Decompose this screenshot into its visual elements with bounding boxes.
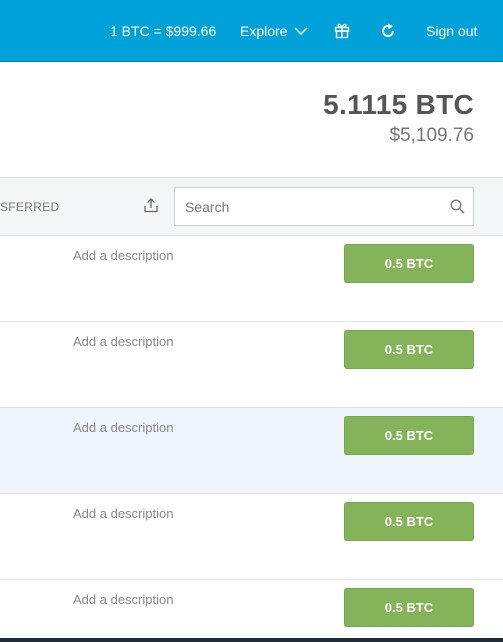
sign-out-link[interactable]: Sign out (426, 23, 477, 39)
description-field[interactable]: Add a description (73, 334, 173, 349)
explore-menu[interactable]: Explore (240, 23, 308, 39)
explore-label: Explore (240, 23, 288, 39)
amount-button[interactable]: 0.5 BTC (344, 502, 474, 541)
search-icon[interactable] (450, 199, 465, 214)
amount-button[interactable]: 0.5 BTC (344, 588, 474, 627)
search-input[interactable] (175, 188, 445, 225)
filter-tab-transferred[interactable]: SFERRED (0, 200, 59, 214)
transaction-row[interactable]: Add a description 0.5 BTC (0, 322, 503, 408)
filter-bar: SFERRED (0, 178, 503, 236)
description-field[interactable]: Add a description (73, 420, 173, 435)
transaction-row[interactable]: Add a description 0.5 BTC (0, 494, 503, 580)
balance-btc: 5.1115 BTC (323, 89, 474, 120)
btc-exchange-rate: 1 BTC = $999.66 (110, 23, 217, 39)
bottom-edge (0, 638, 503, 642)
transaction-row[interactable]: Add a description 0.5 BTC (0, 580, 503, 638)
amount-button[interactable]: 0.5 BTC (344, 244, 474, 283)
transaction-row[interactable]: Add a description 0.5 BTC (0, 236, 503, 322)
description-field[interactable]: Add a description (73, 248, 173, 263)
transaction-row[interactable]: Add a description 0.5 BTC (0, 408, 503, 494)
balance-panel: 5.1115 BTC $5,109.76 (0, 62, 503, 178)
amount-button[interactable]: 0.5 BTC (344, 416, 474, 455)
export-icon[interactable] (143, 197, 159, 213)
description-field[interactable]: Add a description (73, 506, 173, 521)
gift-icon[interactable] (334, 22, 350, 39)
chevron-down-icon (294, 26, 308, 35)
amount-button[interactable]: 0.5 BTC (344, 330, 474, 369)
balance-usd: $5,109.76 (389, 125, 474, 146)
search-box (174, 187, 474, 226)
top-nav-bar: 1 BTC = $999.66 Explore Sign out (0, 0, 503, 62)
description-field[interactable]: Add a description (73, 592, 173, 607)
refresh-icon[interactable] (380, 23, 396, 39)
